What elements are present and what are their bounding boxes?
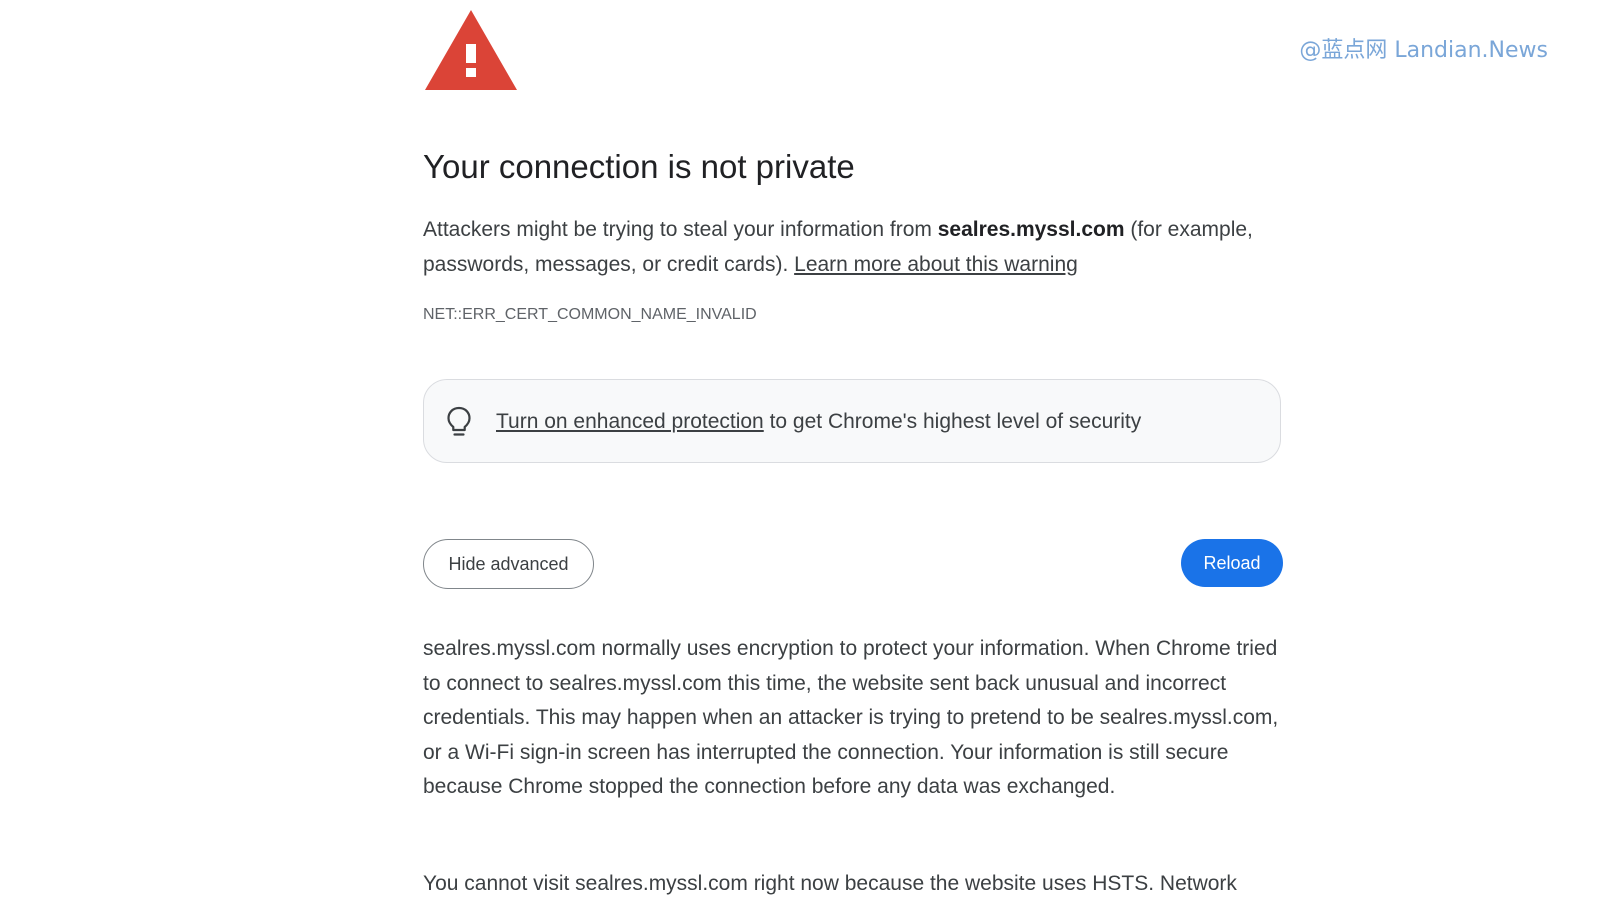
watermark: @蓝点网 Landian.News (1299, 38, 1548, 63)
lightbulb-icon (447, 406, 471, 436)
intro-text-before: Attackers might be trying to steal your … (423, 218, 938, 241)
warning-triangle-icon (425, 10, 517, 90)
learn-more-link[interactable]: Learn more about this warning (794, 253, 1078, 276)
details-paragraph: sealres.myssl.com normally uses encrypti… (423, 637, 1279, 798)
error-code: NET::ERR_CERT_COMMON_NAME_INVALID (423, 306, 757, 323)
reload-button[interactable]: Reload (1181, 539, 1283, 587)
hsts-paragraph: You cannot visit sealres.myssl.com right… (423, 872, 1237, 895)
page-title: Your connection is not private (423, 148, 855, 185)
intro-domain: sealres.myssl.com (937, 218, 1125, 241)
enhanced-protection-banner: Turn on enhanced protection to get Chrom… (423, 379, 1281, 463)
intro-paragraph: Attackers might be trying to steal your … (423, 212, 1283, 282)
enhanced-protection-text: Turn on enhanced protection to get Chrom… (496, 380, 1141, 464)
hide-advanced-button[interactable]: Hide advanced (423, 539, 594, 589)
enhanced-protection-suffix: to get Chrome's highest level of securit… (763, 410, 1142, 433)
interstitial-page: @蓝点网 Landian.News Your connection is not… (0, 0, 1600, 900)
enhanced-protection-link[interactable]: Turn on enhanced protection (496, 410, 764, 433)
